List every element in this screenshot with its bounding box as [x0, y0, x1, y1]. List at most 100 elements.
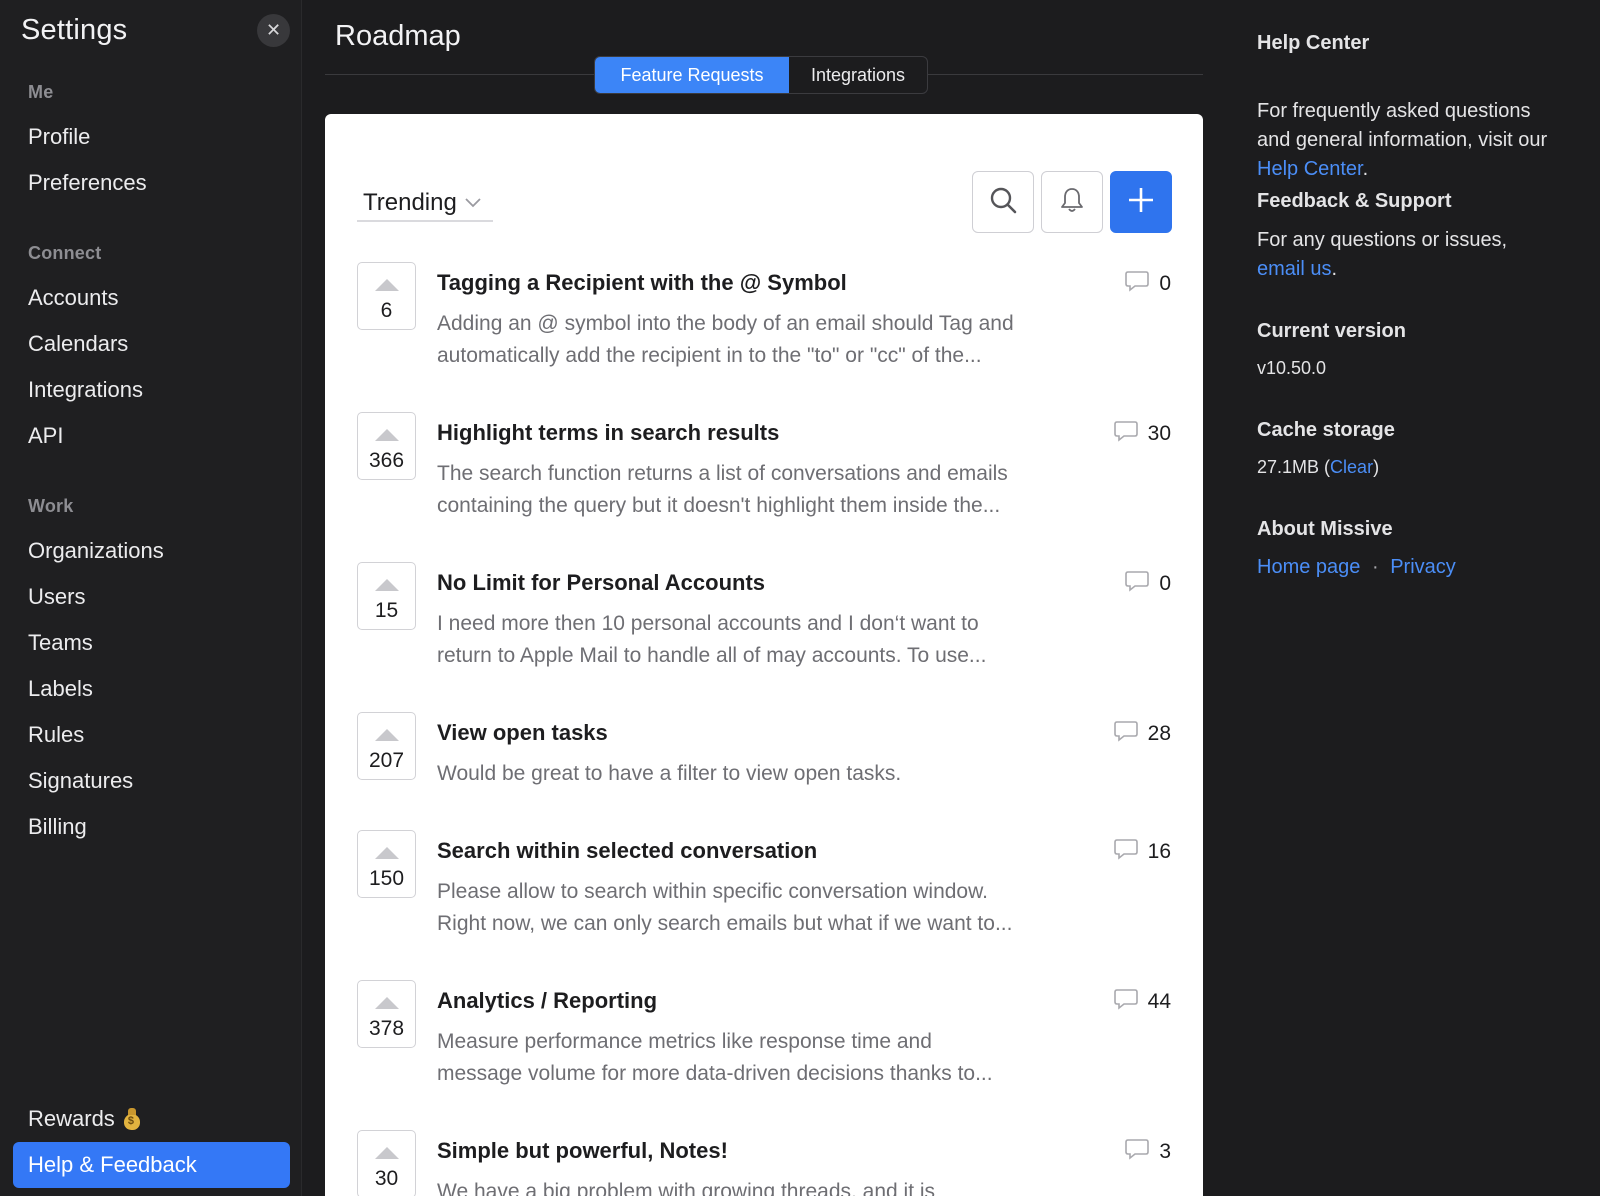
upvote-arrow-icon — [375, 1147, 399, 1159]
vote-count: 15 — [374, 599, 399, 622]
vote-count: 150 — [368, 867, 405, 890]
sidebar-item-preferences[interactable]: Preferences — [28, 170, 147, 196]
sidebar-item-profile[interactable]: Profile — [28, 124, 90, 150]
help-feedback-label: Help & Feedback — [28, 1152, 197, 1177]
add-request-button[interactable] — [1110, 171, 1172, 233]
rewards-label: Rewards — [28, 1106, 115, 1131]
home-page-link[interactable]: Home page — [1257, 556, 1360, 578]
bell-icon — [1059, 186, 1085, 219]
upvote-button[interactable]: 150 — [357, 830, 416, 898]
sidebar-item-accounts[interactable]: Accounts — [28, 285, 119, 311]
feedback-section: Feedback & Support For any questions or … — [1257, 190, 1507, 284]
comment-count[interactable]: 16 — [1113, 838, 1171, 866]
money-bag-icon — [123, 1108, 141, 1130]
privacy-link[interactable]: Privacy — [1390, 556, 1456, 578]
cache-value: 27.1MB — [1257, 457, 1320, 477]
upvote-arrow-icon — [375, 429, 399, 441]
post-description: We have a big problem with growing threa… — [437, 1180, 936, 1196]
upvote-button[interactable]: 207 — [357, 712, 416, 780]
comment-count[interactable]: 0 — [1125, 270, 1171, 298]
help-center-heading: Help Center — [1257, 32, 1370, 54]
sidebar-item-users[interactable]: Users — [28, 584, 85, 610]
sidebar-item-integrations[interactable]: Integrations — [28, 377, 143, 403]
clear-cache-link[interactable]: Clear — [1330, 457, 1373, 477]
vote-count: 366 — [368, 449, 405, 472]
cache-close-paren: ) — [1373, 457, 1380, 477]
comment-icon — [1113, 420, 1138, 448]
post-title[interactable]: View open tasks — [437, 720, 608, 746]
vote-count: 30 — [374, 1167, 399, 1190]
post-description: Measure performance metrics like respons… — [437, 1030, 993, 1085]
close-icon: ✕ — [265, 20, 282, 40]
sidebar-item-billing[interactable]: Billing — [28, 814, 87, 840]
upvote-button[interactable]: 30 — [357, 1130, 416, 1196]
upvote-button[interactable]: 15 — [357, 562, 416, 630]
comment-count[interactable]: 0 — [1125, 570, 1171, 598]
sidebar-item-teams[interactable]: Teams — [28, 630, 93, 656]
upvote-button[interactable]: 366 — [357, 412, 416, 480]
upvote-arrow-icon — [375, 579, 399, 591]
tab-integrations[interactable]: Integrations — [789, 57, 927, 93]
sidebar-item-signatures[interactable]: Signatures — [28, 768, 133, 794]
post-title[interactable]: Search within selected conversation — [437, 838, 817, 864]
settings-sidebar: Settings ✕ Me Profile Preferences Connec… — [0, 0, 302, 1196]
roadmap-panel: Trending 6 Tagging a Recipient with the … — [325, 114, 1203, 1196]
upvote-button[interactable]: 6 — [357, 262, 416, 330]
sidebar-item-labels[interactable]: Labels — [28, 676, 93, 702]
post-title[interactable]: Analytics / Reporting — [437, 988, 657, 1014]
sidebar-title: Settings — [21, 14, 128, 46]
comment-icon — [1113, 838, 1138, 866]
link-separator: · — [1371, 556, 1379, 578]
section-me: Me — [28, 82, 54, 102]
cache-heading: Cache storage — [1257, 419, 1395, 441]
upvote-arrow-icon — [375, 729, 399, 741]
comment-count[interactable]: 44 — [1113, 988, 1171, 1016]
post-description: I need more then 10 personal accounts an… — [437, 612, 987, 667]
version-section: Current version v10.50.0 — [1257, 320, 1406, 379]
comment-count-value: 3 — [1159, 1140, 1171, 1163]
vote-count: 207 — [368, 749, 405, 772]
sidebar-item-api[interactable]: API — [28, 423, 63, 449]
comment-icon — [1125, 270, 1150, 298]
feedback-text: For any questions or issues, — [1257, 229, 1508, 251]
search-icon — [989, 186, 1017, 219]
upvote-arrow-icon — [375, 847, 399, 859]
sidebar-item-help-feedback[interactable]: Help & Feedback — [13, 1142, 290, 1188]
comment-count[interactable]: 28 — [1113, 720, 1171, 748]
post-title[interactable]: Simple but powerful, Notes! — [437, 1138, 728, 1164]
post-title[interactable]: No Limit for Personal Accounts — [437, 570, 765, 596]
section-connect: Connect — [28, 243, 102, 263]
comment-count-value: 0 — [1159, 572, 1171, 595]
comment-icon — [1125, 570, 1150, 598]
vote-count: 6 — [380, 299, 393, 322]
sidebar-item-organizations[interactable]: Organizations — [28, 538, 164, 564]
post-description: Would be great to have a filter to view … — [437, 762, 902, 785]
close-button[interactable]: ✕ — [257, 14, 290, 47]
about-heading: About Missive — [1257, 518, 1393, 540]
comment-count-value: 16 — [1147, 840, 1171, 863]
sidebar-item-calendars[interactable]: Calendars — [28, 331, 128, 357]
notifications-button[interactable] — [1041, 171, 1103, 233]
post-description: The search function returns a list of co… — [437, 462, 1008, 517]
post-title[interactable]: Tagging a Recipient with the @ Symbol — [437, 270, 847, 296]
sort-dropdown[interactable]: Trending — [357, 186, 493, 222]
tab-feature-requests[interactable]: Feature Requests — [595, 57, 789, 93]
email-us-link[interactable]: email us — [1257, 258, 1331, 280]
upvote-button[interactable]: 378 — [357, 980, 416, 1048]
page-title: Roadmap — [335, 20, 461, 52]
cache-open-paren: ( — [1319, 457, 1331, 477]
sidebar-item-rewards[interactable]: Rewards — [28, 1106, 141, 1132]
post-title[interactable]: Highlight terms in search results — [437, 420, 779, 446]
sidebar-item-rules[interactable]: Rules — [28, 722, 84, 748]
comment-count[interactable]: 30 — [1113, 420, 1171, 448]
comment-count[interactable]: 3 — [1125, 1138, 1171, 1166]
search-button[interactable] — [972, 171, 1034, 233]
help-center-period: . — [1362, 158, 1369, 180]
comment-count-value: 28 — [1147, 722, 1171, 745]
post-description: Adding an @ symbol into the body of an e… — [437, 312, 1014, 367]
help-center-link[interactable]: Help Center — [1257, 158, 1363, 180]
feedback-heading: Feedback & Support — [1257, 190, 1452, 212]
upvote-arrow-icon — [375, 279, 399, 291]
comment-icon — [1113, 988, 1138, 1016]
post-description: Please allow to search within specific c… — [437, 880, 1013, 935]
